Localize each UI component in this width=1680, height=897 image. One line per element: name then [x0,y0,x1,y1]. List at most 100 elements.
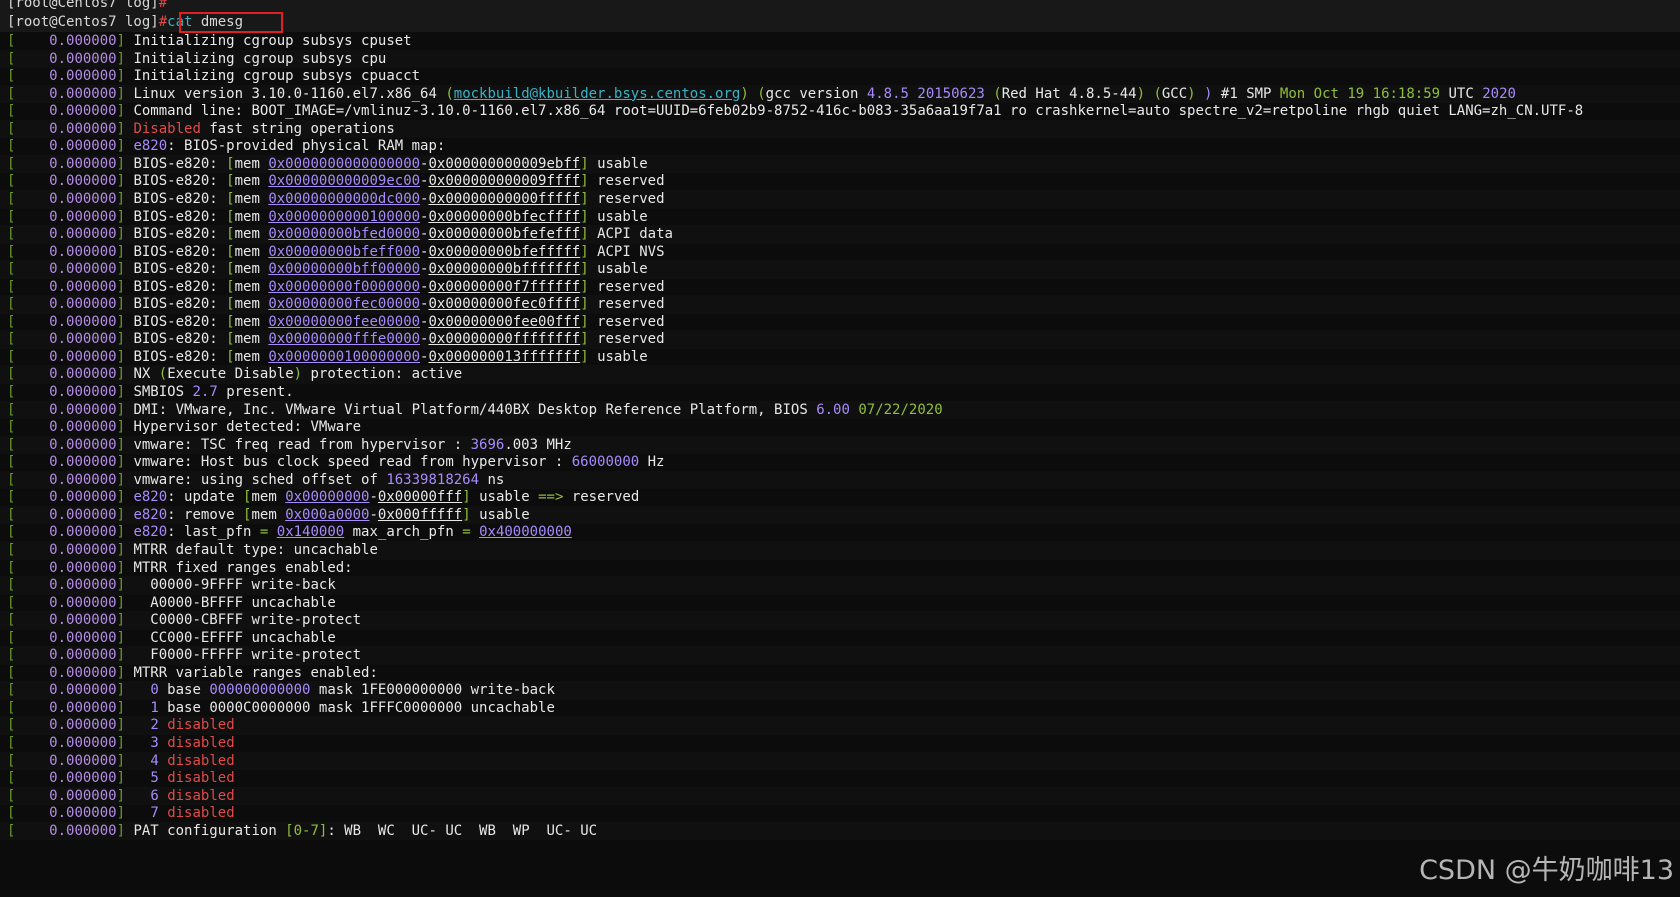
log-text: e820 [133,524,168,541]
log-text: 0x400000000 [479,524,572,541]
log-text: BIOS-e820: [133,331,227,348]
log-line: [ 0.000000] BIOS-e820: [mem 0x00000000bf… [0,225,1680,244]
log-line: [ 0.000000] CC000-EFFFF uncachable [0,629,1680,648]
log-line: [ 0.000000] BIOS-e820: [mem 0x00000000bf… [0,260,1680,279]
log-text: 0x000000000009ffff [428,173,581,190]
log-bracket: ] [116,384,134,400]
log-text: ] [580,331,589,348]
log-timestamp: 0.000000 [15,664,117,681]
log-line: [ 0.000000] Initializing cgroup subsys c… [0,67,1680,86]
log-line: [ 0.000000] e820: update [mem 0x00000000… [0,488,1680,507]
log-text: BIOS-e820: [133,313,227,330]
log-text: .003 MHz [504,436,572,453]
terminal-window[interactable]: [root@Centos7 log]# [root@Centos7 log]#c… [0,0,1680,897]
log-bracket: ] [116,68,134,85]
log-text: reserved [588,278,665,295]
log-line: [ 0.000000] BIOS-e820: [mem 0x0000000000… [0,154,1680,174]
log-text: 3696 [470,436,505,453]
log-line: [ 0.000000] BIOS-e820: [mem 0x00000000fe… [0,313,1680,332]
log-text: mask 1FE000000000 write-back [310,682,555,699]
log-text: 0x000000000009ebff [428,155,581,172]
log-text: ] [580,155,589,172]
log-text: disabled [167,752,235,769]
log-bracket: ] [116,436,134,453]
log-text: 0x00000000bfed0000 [268,226,421,243]
log-text: [ [226,155,235,172]
log-text: mem [234,348,269,365]
log-bracket: ] [116,331,134,348]
log-timestamp: 0.000000 [15,155,117,172]
log-timestamp: 0.000000 [15,401,117,418]
log-text: 0x000000000009ec00 [268,173,421,190]
log-text: ) [1136,85,1145,102]
log-text: : update [167,489,244,506]
log-text: ) [740,85,749,102]
log-line: [ 0.000000] Hypervisor detected: VMware [0,418,1680,437]
log-timestamp: 0.000000 [15,138,117,155]
log-text: 2020 [1482,85,1516,102]
log-timestamp: 0.000000 [15,629,117,646]
log-text: ] [580,261,589,278]
log-text: [ [226,208,235,225]
log-text: MTRR fixed ranges enabled: [133,559,353,576]
log-timestamp: 0.000000 [15,384,117,400]
log-line: [ 0.000000] e820: BIOS-provided physical… [0,137,1680,156]
log-text: [ [226,261,235,278]
log-text: 0x00000000bfefffff [428,243,581,260]
log-bracket: ] [116,313,134,330]
log-text: - [369,489,378,506]
log-text: 0x00000000000dc000 [268,190,421,207]
log-bracket: ] [116,805,134,822]
log-line: [ 0.000000] 2 disabled [0,716,1680,736]
log-text: 0x00000000bfecffff [428,208,581,225]
log-text: ] [580,226,589,243]
log-text: A0000-BFFFF uncachable [133,594,336,611]
log-text: ACPI NVS [588,243,665,260]
log-text: CC000-EFFFF uncachable [133,629,336,646]
log-bracket: ] [116,489,134,506]
log-bracket: ] [116,50,134,67]
log-timestamp: 0.000000 [15,752,117,769]
log-text: Command line: BOOT_IMAGE=/vmlinuz-3.10.0… [133,103,1584,120]
watermark: CSDN @牛奶咖啡13 [1419,855,1674,886]
log-line: [ 0.000000] 3 disabled [0,734,1680,753]
prompt-user-host: [root@Centos7 log] [7,14,159,30]
log-bracket: ] [116,752,134,769]
log-text: 6 [150,787,159,804]
log-bracket: ] [116,524,134,541]
log-line: [ 0.000000] A0000-BFFFF uncachable [0,594,1680,613]
email-link[interactable]: mockbuild@kbuilder.bsys.centos.org [454,86,741,102]
log-line: [ 0.000000] BIOS-e820: [mem 0x00000000fe… [0,295,1680,314]
log-timestamp: 0.000000 [15,559,117,576]
log-text: 0x00000000f0000000 [268,278,421,295]
log-timestamp: 0.000000 [15,419,117,436]
log-timestamp: 0.000000 [15,85,117,102]
log-text: 0x00000000bfefefff [428,226,581,243]
log-text: UTC [1440,85,1483,102]
log-timestamp: 0.000000 [15,577,117,594]
log-text: vmware: Host bus clock speed read from h… [133,454,572,471]
log-text: ] [462,489,471,506]
log-text: BIOS-e820: [133,155,227,172]
log-text: 0x0000000000000000 [268,155,421,172]
log-timestamp: 0.000000 [15,103,117,120]
log-timestamp: 0.000000 [15,506,117,523]
log-text: 0x00000000 [285,489,370,506]
log-text: mem [234,296,269,313]
log-text: disabled [167,770,235,787]
log-text: BIOS-e820: [133,173,227,190]
log-text: vmware: TSC freq read from hypervisor : [133,436,471,453]
log-text: NX [133,366,159,383]
log-text: ( [445,85,454,102]
log-text: - [369,506,378,523]
log-bracket: ] [116,541,134,558]
log-text: [0-7] [285,822,328,839]
log-timestamp: 0.000000 [15,120,117,137]
log-text: Hypervisor detected: VMware [133,419,362,436]
log-text: [ [226,226,235,243]
log-text: disabled [167,717,235,734]
